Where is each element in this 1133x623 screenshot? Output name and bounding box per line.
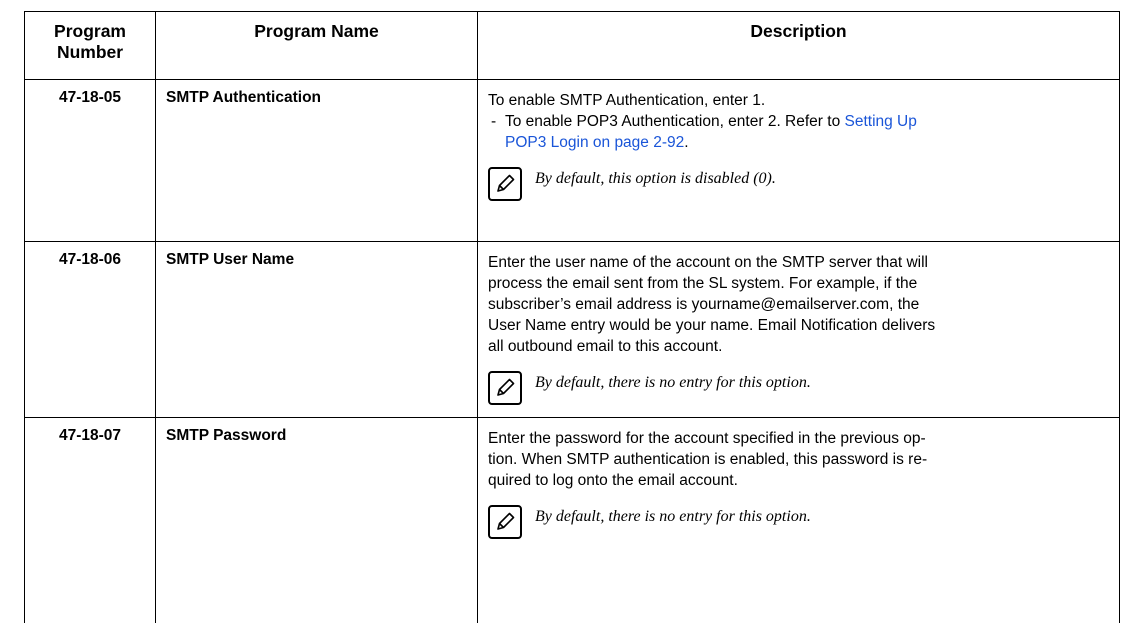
description-line: User Name entry would be your name. Emai… [488,317,936,334]
header-program-number-line1: Program [54,21,126,41]
program-name: SMTP Password [155,417,478,623]
program-number: 47-18-07 [24,417,156,623]
cross-reference-link-part2[interactable]: POP3 Login on page 2-92 [505,134,684,151]
pencil-icon [488,505,522,539]
program-table: Program Number Program Name Description … [24,11,1120,623]
header-description: Description [477,11,1120,80]
pencil-icon [488,167,522,201]
cross-reference-link-part1[interactable]: Setting Up [845,113,917,130]
table-row: 47-18-07 SMTP Password Enter the passwor… [24,417,1120,623]
note-text: By default, there is no entry for this o… [535,374,811,391]
description-line: Enter the user name of the account on th… [488,254,928,271]
bullet-end: . [684,134,689,151]
description-cell: Enter the password for the account speci… [477,417,1120,623]
description-cell: Enter the user name of the account on th… [477,241,1120,418]
program-number: 47-18-05 [24,79,156,242]
note-block: By default, there is no entry for this o… [488,501,1105,539]
bullet-dash: - [491,113,497,130]
pencil-icon [488,371,522,405]
table-row: 47-18-06 SMTP User Name Enter the user n… [24,241,1120,418]
header-program-name: Program Name [155,11,478,80]
header-program-number-line2: Number [56,42,124,62]
table-row: 47-18-05 SMTP Authentication To enable S… [24,79,1120,242]
description-line: process the email sent from the SL syste… [488,275,918,292]
program-name: SMTP Authentication [155,79,478,242]
note-block: By default, there is no entry for this o… [488,367,1105,405]
description-line: quired to log onto the email account. [488,472,738,489]
note-block: By default, this option is disabled (0). [488,163,1105,201]
header-program-number: Program Number [24,11,156,80]
note-text: By default, there is no entry for this o… [535,508,811,525]
bullet-item: - To enable POP3 Authentication, enter 2.… [488,111,1105,153]
description-line: all outbound email to this account. [488,338,723,355]
description-text: To enable SMTP Authentication, enter 1. [488,92,766,109]
description-cell: To enable SMTP Authentication, enter 1. … [477,79,1120,242]
bullet-text: To enable POP3 Authentication, enter 2. … [505,113,845,130]
program-number: 47-18-06 [24,241,156,418]
description-line: tion. When SMTP authentication is enable… [488,451,928,468]
description-line: subscriber’s email address is yourname@e… [488,296,920,313]
note-text: By default, this option is disabled (0). [535,170,776,187]
table-header-row: Program Number Program Name Description [24,11,1120,80]
program-name: SMTP User Name [155,241,478,418]
description-line: Enter the password for the account speci… [488,430,926,447]
